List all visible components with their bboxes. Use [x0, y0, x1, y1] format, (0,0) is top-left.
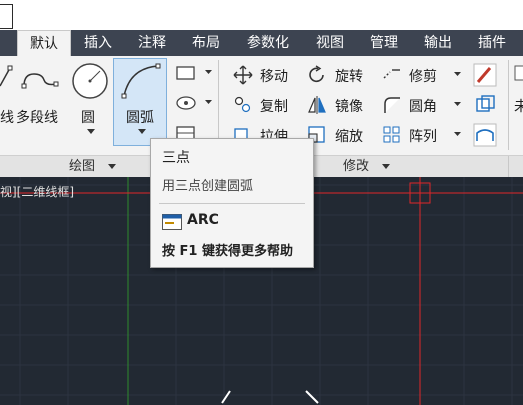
right-edge-label: 未: [514, 99, 523, 115]
tab-view[interactable]: 视图: [304, 30, 356, 56]
scale-label[interactable]: 缩放: [335, 126, 363, 146]
tooltip-divider: [159, 203, 305, 204]
tab-layout[interactable]: 布局: [180, 30, 232, 56]
arc-tooltip: 三点 用三点创建圆弧 ARC 按 F1 键获得更多帮助: [150, 138, 314, 268]
draw-panel-expand-icon[interactable]: [108, 164, 116, 170]
circle-icon[interactable]: [70, 61, 110, 101]
tab-plugins[interactable]: 插件: [466, 30, 518, 56]
line-icon[interactable]: [0, 64, 14, 94]
array-label[interactable]: 阵列: [409, 126, 437, 146]
modify-panel-label[interactable]: 修改: [343, 156, 369, 178]
arc-dropdown-icon[interactable]: [138, 129, 146, 135]
copy-icon[interactable]: [233, 95, 253, 115]
tab-insert[interactable]: 插入: [72, 30, 124, 56]
tooltip-title: 三点: [162, 150, 190, 166]
trim-label[interactable]: 修剪: [409, 66, 437, 86]
fillet-icon[interactable]: [382, 95, 402, 115]
command-icon: [162, 214, 182, 230]
arc-icon[interactable]: [120, 62, 162, 100]
trim-icon[interactable]: [382, 65, 402, 85]
hatch-dropdown-icon[interactable]: [205, 100, 212, 105]
viewport-label[interactable]: 视][二维线框]: [0, 183, 74, 200]
mirror-label[interactable]: 镜像: [335, 96, 363, 116]
tooltip-help: 按 F1 键获得更多帮助: [162, 244, 293, 259]
ribbon-tab-row: 默认 插入 注释 布局 参数化 视图 管理 输出 插件: [0, 30, 523, 56]
erase-icon[interactable]: [473, 63, 497, 87]
circle-label[interactable]: 圆: [81, 107, 95, 127]
polyline-label[interactable]: 多段线: [16, 107, 58, 127]
polyline-icon[interactable]: [20, 64, 62, 94]
quick-access-box[interactable]: [0, 4, 13, 29]
tab-manage[interactable]: 管理: [358, 30, 410, 56]
tab-parametric[interactable]: 参数化: [236, 30, 300, 56]
mirror-icon[interactable]: [307, 95, 327, 115]
tooltip-command: ARC: [187, 212, 219, 228]
copy-label[interactable]: 复制: [260, 96, 288, 116]
tooltip-description: 用三点创建圆弧: [162, 179, 254, 194]
fillet-dropdown-icon[interactable]: [454, 102, 461, 107]
layer-icon[interactable]: [513, 64, 523, 84]
title-bar: [0, 0, 523, 30]
rotate-label[interactable]: 旋转: [335, 66, 363, 86]
panel-separator-right: [508, 60, 509, 150]
tab-default[interactable]: 默认: [17, 30, 71, 56]
hatch-icon[interactable]: [175, 94, 197, 112]
panelbar-separator-right: [508, 156, 509, 178]
line-label[interactable]: 线: [0, 107, 14, 127]
draw-panel-label[interactable]: 绘图: [69, 156, 95, 178]
modify-panel-expand-icon[interactable]: [382, 164, 390, 170]
explode-icon[interactable]: [473, 93, 497, 117]
array-dropdown-icon[interactable]: [454, 132, 461, 137]
trim-dropdown-icon[interactable]: [454, 72, 461, 77]
rotate-icon[interactable]: [307, 65, 327, 85]
move-label[interactable]: 移动: [260, 66, 288, 86]
offset-icon[interactable]: [473, 123, 497, 147]
tab-annotate[interactable]: 注释: [126, 30, 178, 56]
tab-output[interactable]: 输出: [412, 30, 464, 56]
array-icon[interactable]: [382, 125, 402, 145]
circle-dropdown-icon[interactable]: [87, 129, 95, 135]
panel-separator: [218, 60, 219, 150]
rectangle-icon[interactable]: [175, 64, 197, 82]
arc-label[interactable]: 圆弧: [126, 107, 154, 127]
move-icon[interactable]: [233, 65, 253, 85]
fillet-label[interactable]: 圆角: [409, 96, 437, 116]
rectangle-dropdown-icon[interactable]: [205, 70, 212, 75]
